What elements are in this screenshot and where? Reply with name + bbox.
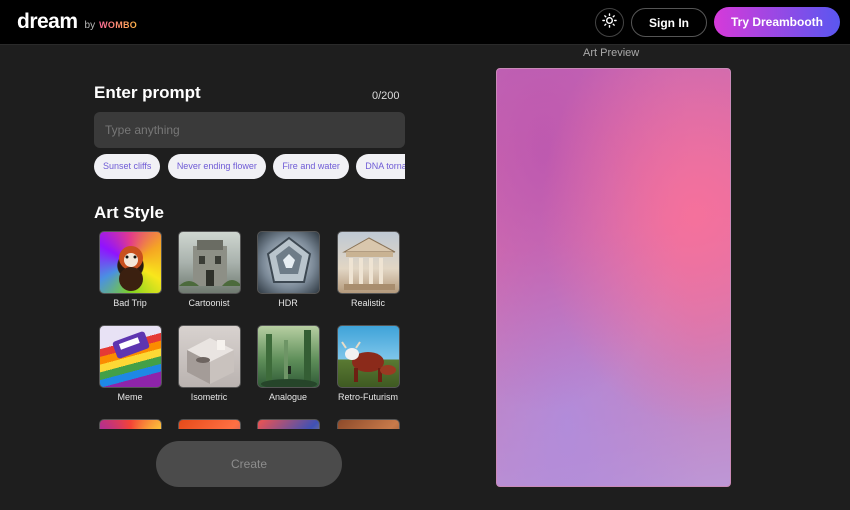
style-thumbnail — [256, 325, 320, 388]
art-preview-label: Art Preview — [583, 47, 640, 59]
style-thumbnail — [98, 231, 162, 294]
style-thumbnail — [98, 325, 162, 388]
style-thumbnail — [98, 419, 162, 429]
suggestion-chip[interactable]: DNA tornado — [356, 154, 405, 179]
style-label: Analogue — [268, 392, 308, 402]
style-label: Isometric — [190, 392, 228, 402]
prompt-char-counter: 0/200 — [372, 90, 400, 102]
style-label: Realistic — [350, 298, 385, 308]
suggestion-chip[interactable]: Fire and water — [273, 154, 349, 179]
art-style-grid: Bad Trip Cartoonist HDR Realistic Meme I… — [94, 230, 414, 429]
prompt-suggestions: Sunset cliffs Never ending flower Fire a… — [94, 154, 405, 180]
style-realistic[interactable]: Realistic — [328, 231, 408, 308]
suggestion-chip[interactable]: Sunset cliffs — [94, 154, 161, 179]
style-thumbnail — [336, 325, 400, 388]
style-bad-trip[interactable]: Bad Trip — [94, 231, 170, 308]
art-preview-canvas — [496, 68, 731, 487]
try-dreambooth-button[interactable]: Try Dreambooth — [714, 7, 840, 37]
style-label: HDR — [278, 298, 298, 308]
style-item-partial[interactable] — [248, 419, 328, 429]
style-meme[interactable]: Meme — [94, 325, 170, 402]
logo-text: dream — [17, 10, 78, 33]
style-analogue[interactable]: Analogue — [248, 325, 328, 402]
style-label: Meme — [117, 392, 143, 402]
style-thumbnail — [256, 419, 320, 429]
dream-logo[interactable]: dream by WOMBO — [17, 10, 137, 34]
style-item-partial[interactable] — [328, 419, 408, 429]
wombo-logo: WOMBO — [99, 20, 138, 30]
prompt-input[interactable] — [94, 112, 405, 148]
style-retro-futurism[interactable]: Retro-Futurism — [328, 325, 408, 402]
sun-icon — [602, 12, 617, 33]
top-bar: dream by WOMBO Sign In Try Dreambooth — [0, 0, 850, 45]
style-item-partial[interactable] — [169, 419, 249, 429]
sign-in-button[interactable]: Sign In — [631, 8, 707, 37]
style-thumbnail — [256, 231, 320, 294]
style-label: Cartoonist — [188, 298, 230, 308]
style-hdr[interactable]: HDR — [248, 231, 328, 308]
style-thumbnail — [177, 419, 241, 429]
style-label: Retro-Futurism — [337, 392, 398, 402]
style-thumbnail — [177, 325, 241, 388]
style-thumbnail — [336, 231, 400, 294]
style-isometric[interactable]: Isometric — [169, 325, 249, 402]
style-cartoonist[interactable]: Cartoonist — [169, 231, 249, 308]
theme-toggle-button[interactable] — [595, 8, 624, 37]
create-button[interactable]: Create — [156, 441, 342, 487]
suggestion-chip[interactable]: Never ending flower — [167, 154, 266, 179]
style-label: Bad Trip — [113, 298, 147, 308]
logo-by: by — [84, 20, 96, 31]
prompt-heading: Enter prompt — [94, 83, 201, 102]
art-style-heading: Art Style — [94, 203, 164, 222]
style-item-partial[interactable] — [94, 419, 170, 429]
style-thumbnail — [177, 231, 241, 294]
style-thumbnail — [336, 419, 400, 429]
